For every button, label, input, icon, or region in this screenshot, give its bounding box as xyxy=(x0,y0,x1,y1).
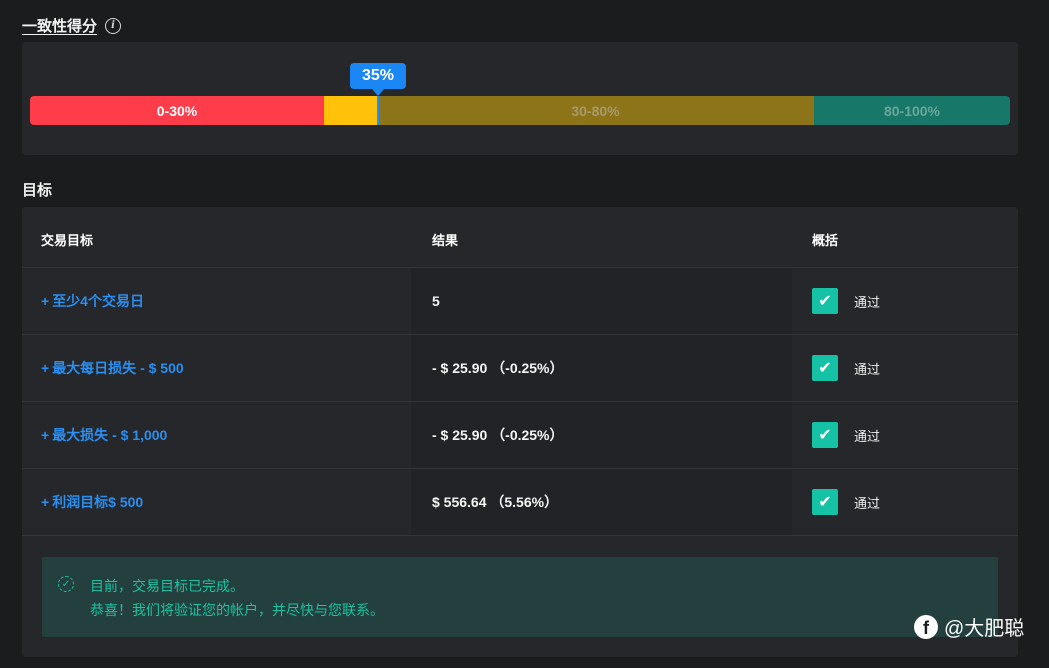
header-result: 结果 xyxy=(432,233,459,248)
result-value: 5 xyxy=(411,268,792,334)
check-icon: ✔ xyxy=(812,422,838,448)
watermark-text: @大肥聪 xyxy=(944,618,1025,640)
segment-30-80: 30-80% xyxy=(377,96,814,125)
summary-cell: ✔ 通过 xyxy=(792,469,1018,535)
summary-cell: ✔ 通过 xyxy=(792,268,1018,334)
result-value: - $ 25.90 （-0.25%） xyxy=(411,402,792,468)
table-row: + 至少4个交易日 5 ✔ 通过 xyxy=(22,268,1018,335)
summary-cell: ✔ 通过 xyxy=(792,402,1018,468)
result-value: $ 556.64 （5.56%） xyxy=(411,469,792,535)
goal-link[interactable]: + 利润目标$ 500 xyxy=(22,469,411,535)
check-icon: ✔ xyxy=(812,355,838,381)
goals-title: 目标 xyxy=(22,182,53,199)
consistency-score-label[interactable]: 一致性得分 xyxy=(22,15,97,36)
verified-icon: ✓ xyxy=(58,576,74,592)
info-icon[interactable]: i xyxy=(105,17,122,34)
status-text: 通过 xyxy=(854,361,881,377)
table-row: + 最大每日损失 - $ 500 - $ 25.90 （-0.25%） ✔ 通过 xyxy=(22,335,1018,402)
goal-label: 利润目标$ 500 xyxy=(52,494,144,510)
goals-card: 交易目标 结果 概括 + 至少4个交易日 5 ✔ 通过 + 最大每日损失 - $… xyxy=(22,207,1018,657)
result-value: - $ 25.90 （-0.25%） xyxy=(411,335,792,401)
header-summary: 概括 xyxy=(812,233,839,248)
goal-link[interactable]: + 至少4个交易日 xyxy=(22,268,411,334)
consistency-score-card: 0-30% 30-80% 80-100% 35% xyxy=(22,42,1018,155)
notice-line-2: 恭喜！我们将验证您的帐户，并尽快与您联系。 xyxy=(90,602,384,618)
goal-link[interactable]: + 最大每日损失 - $ 500 xyxy=(22,335,411,401)
check-icon: ✔ xyxy=(812,288,838,314)
status-text: 通过 xyxy=(854,294,881,310)
summary-cell: ✔ 通过 xyxy=(792,335,1018,401)
completion-notice: ✓ 目前，交易目标已完成。 恭喜！我们将验证您的帐户，并尽快与您联系。 xyxy=(42,557,998,637)
status-text: 通过 xyxy=(854,495,881,511)
goal-label: 至少4个交易日 xyxy=(52,293,144,309)
goal-label: 最大损失 - $ 1,000 xyxy=(52,427,168,443)
plus-icon: + xyxy=(41,360,50,376)
watermark: f @大肥聪 xyxy=(914,612,1024,641)
consistency-score-title: 一致性得分 i xyxy=(22,15,122,36)
table-row: + 利润目标$ 500 $ 556.64 （5.56%） ✔ 通过 xyxy=(22,469,1018,536)
plus-icon: + xyxy=(41,494,50,510)
segment-0-30: 0-30% xyxy=(30,96,324,125)
check-icon: ✔ xyxy=(812,489,838,515)
segment-progress xyxy=(324,96,377,125)
notice-line-1: 目前，交易目标已完成。 xyxy=(90,578,244,594)
goal-link[interactable]: + 最大损失 - $ 1,000 xyxy=(22,402,411,468)
plus-icon: + xyxy=(41,427,50,443)
table-row: + 最大损失 - $ 1,000 - $ 25.90 （-0.25%） ✔ 通过 xyxy=(22,402,1018,469)
header-goal: 交易目标 xyxy=(41,233,94,248)
score-range-bar: 0-30% 30-80% 80-100% xyxy=(30,96,1010,125)
goal-label: 最大每日损失 - $ 500 xyxy=(52,360,184,376)
facebook-icon: f xyxy=(914,614,938,639)
score-tooltip: 35% xyxy=(350,63,406,96)
score-marker xyxy=(377,96,379,125)
plus-icon: + xyxy=(41,293,50,309)
segment-80-100: 80-100% xyxy=(814,96,1010,125)
goals-table-header: 交易目标 结果 概括 xyxy=(22,207,1018,268)
status-text: 通过 xyxy=(854,428,881,444)
